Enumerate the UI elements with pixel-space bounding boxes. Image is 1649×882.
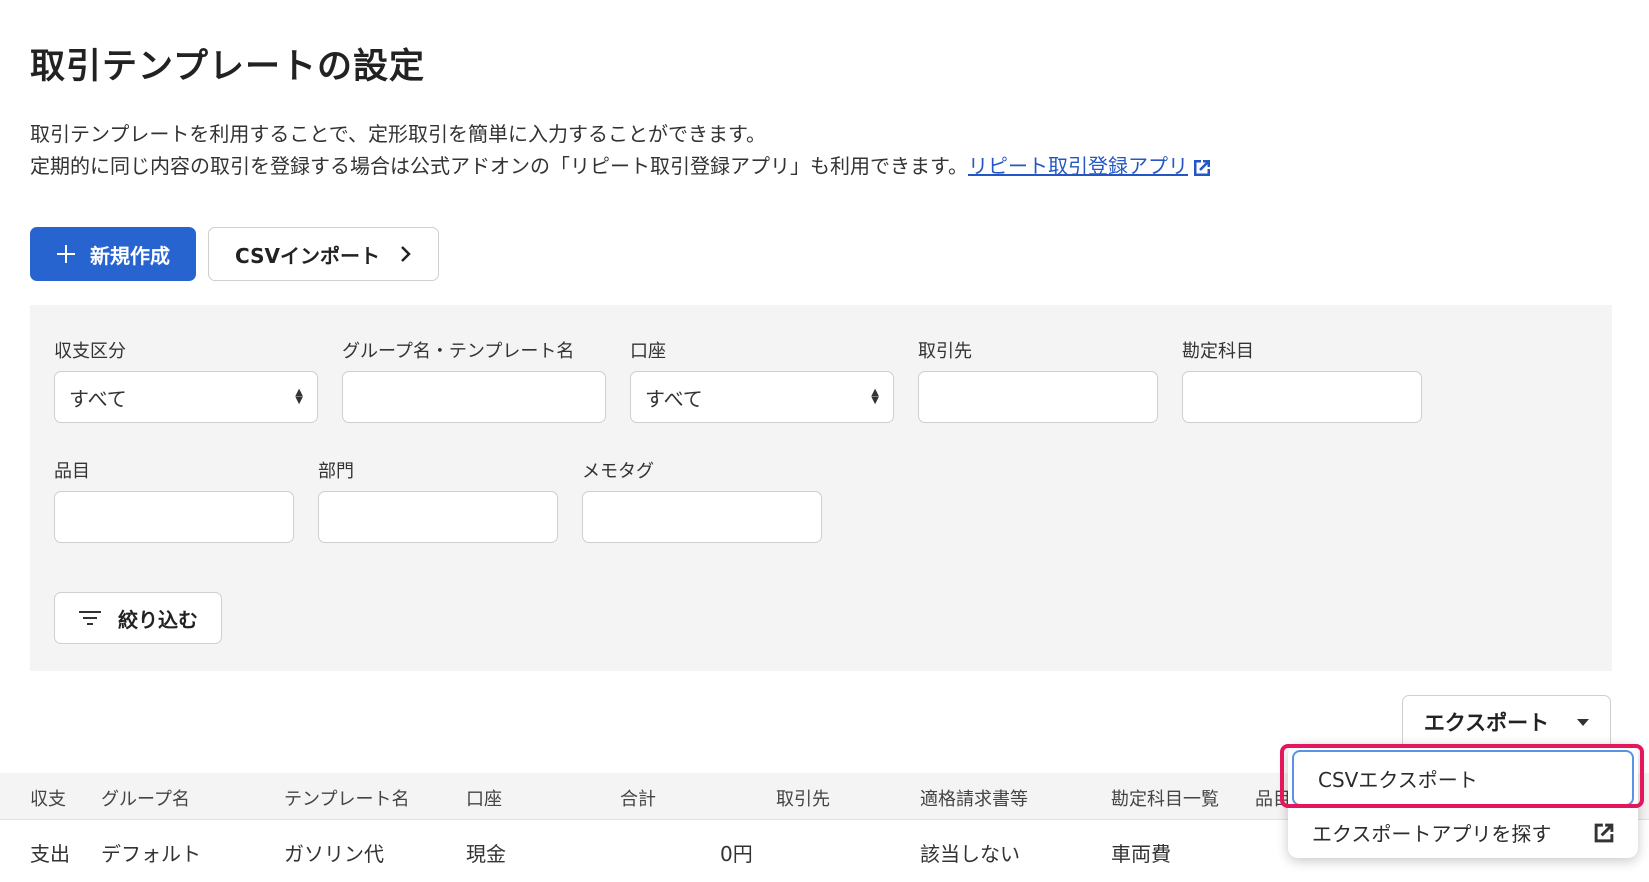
filter-icon [79,611,101,625]
col-partner: 取引先 [776,789,830,810]
section-input[interactable] [318,491,558,543]
caret-down-icon [1577,718,1590,726]
col-account-items: 勘定科目一覧 [1111,789,1219,810]
plus-icon [57,245,75,263]
col-total: 合計 [620,789,656,810]
cell-invoice: 該当しない [920,842,1020,866]
account-item-input[interactable] [1182,371,1422,423]
group-template-input[interactable] [342,371,606,423]
page-description: 取引テンプレートを利用することで、定形取引を簡単に入力することができます。 定期… [30,118,1214,182]
cell-type: 支出 [30,842,70,866]
group-template-label: グループ名・テンプレート名 [342,341,575,362]
partner-input[interactable] [918,371,1158,423]
income-type-value: すべて [69,386,127,411]
col-account: 口座 [466,789,502,810]
account-select[interactable]: すべて ▲ ▼ [630,371,894,423]
col-item: 品目 [1255,789,1291,810]
cell-account-items: 車両費 [1111,842,1171,866]
account-value: すべて [645,386,703,411]
cell-total: 0円 [720,842,753,866]
cell-group: デフォルト [101,842,201,866]
export-label: エクスポート [1423,711,1550,735]
account-item-label: 勘定科目 [1182,341,1254,362]
chevron-right-icon [401,246,411,262]
memo-tag-input[interactable] [582,491,822,543]
new-template-label: 新規作成 [90,243,170,268]
csv-import-button[interactable]: CSVインポート [208,227,439,281]
col-income-type: 収支 [30,789,66,810]
section-label: 部門 [318,461,354,482]
col-invoice: 適格請求書等 [920,789,1028,810]
cell-template: ガソリン代 [284,842,384,866]
page-title: 取引テンプレートの設定 [30,47,425,87]
external-link-icon[interactable] [1190,156,1214,180]
csv-import-label: CSVインポート [235,243,380,268]
description-line-2: 定期的に同じ内容の取引を登録する場合は公式アドオンの「リピート取引登録アプリ」も… [30,150,1214,182]
description-line-1: 取引テンプレートを利用することで、定形取引を簡単に入力することができます。 [30,122,766,146]
export-button[interactable]: エクスポート [1402,695,1611,749]
col-group: グループ名 [101,789,190,810]
repeat-app-link[interactable]: リピート取引登録アプリ [968,154,1188,178]
col-template: テンプレート名 [284,789,410,810]
external-link-icon [1594,823,1614,842]
income-type-select[interactable]: すべて ▲ ▼ [54,371,318,423]
filter-panel: 収支区分 すべて ▲ ▼ グループ名・テンプレート名 口座 すべて ▲ ▼ 取引先 … [30,305,1612,671]
description-line-2-text: 定期的に同じ内容の取引を登録する場合は公式アドオンの「リピート取引登録アプリ」も… [30,154,968,178]
partner-label: 取引先 [918,341,972,362]
select-arrows-icon: ▲ ▼ [295,387,303,406]
menu-item-csv-export[interactable]: CSVエクスポート [1292,750,1634,806]
menu-item-find-export-app[interactable]: エクスポートアプリを探す [1288,804,1638,861]
cell-account: 現金 [466,842,506,866]
menu-item-find-export-app-label: エクスポートアプリを探す [1312,822,1552,846]
item-label: 品目 [54,461,90,482]
item-input[interactable] [54,491,294,543]
select-arrows-icon: ▲ ▼ [871,387,879,406]
export-dropdown-menu: CSVエクスポート エクスポートアプリを探す [1288,744,1638,858]
menu-item-csv-export-label: CSVエクスポート [1318,767,1478,792]
memo-tag-label: メモタグ [582,461,654,482]
new-template-button[interactable]: 新規作成 [30,227,196,281]
income-type-label: 収支区分 [54,341,126,362]
filter-apply-button[interactable]: 絞り込む [54,592,222,644]
filter-apply-label: 絞り込む [118,607,198,632]
account-label: 口座 [630,341,666,362]
